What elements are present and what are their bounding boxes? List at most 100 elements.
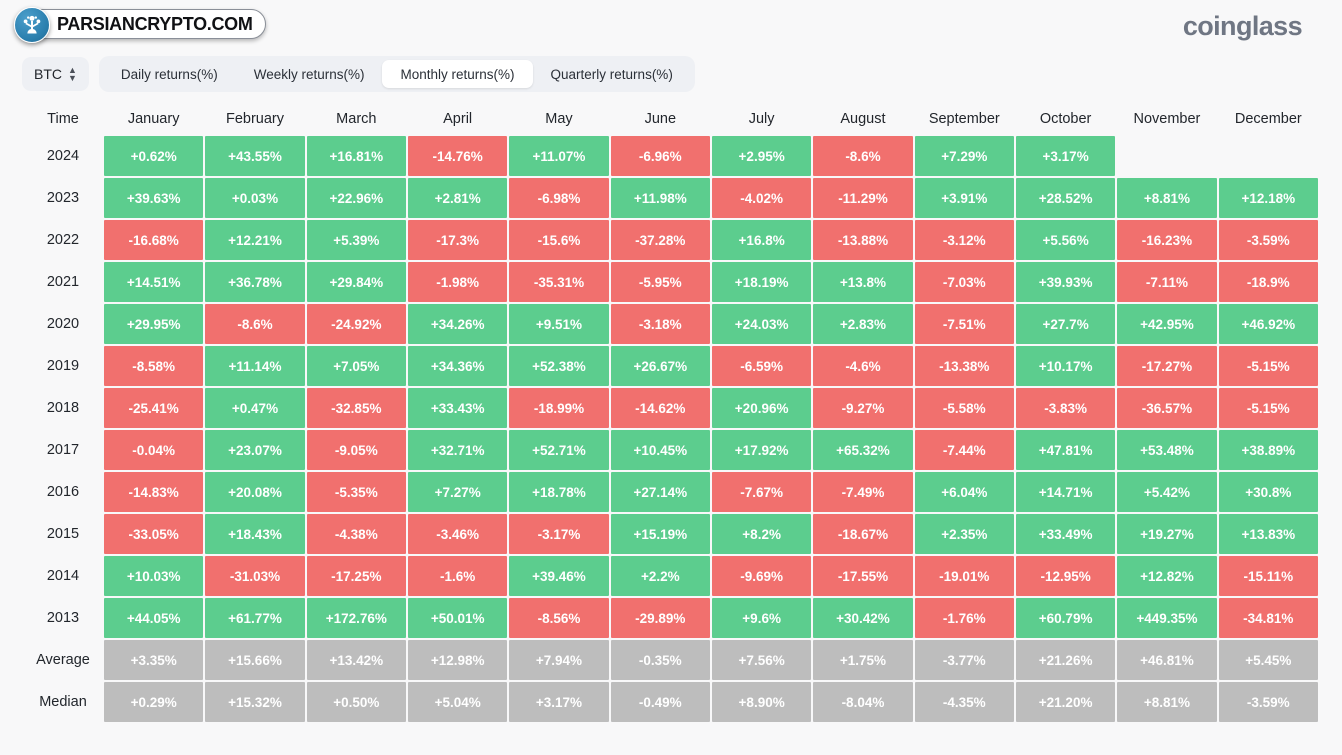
heatmap-cell-average-march[interactable]: +13.42% (306, 640, 406, 680)
heatmap-cell-2021-january[interactable]: +14.51% (104, 262, 204, 302)
heatmap-cell-2014-march[interactable]: -17.25% (306, 556, 406, 596)
heatmap-cell-2018-september[interactable]: -5.58% (914, 388, 1014, 428)
heatmap-cell-2014-july[interactable]: -9.69% (711, 556, 812, 596)
heatmap-cell-2014-february[interactable]: -31.03% (205, 556, 305, 596)
heatmap-cell-2021-april[interactable]: -1.98% (407, 262, 508, 302)
heatmap-cell-median-april[interactable]: +5.04% (407, 682, 508, 722)
heatmap-cell-2019-october[interactable]: +10.17% (1015, 346, 1116, 386)
heatmap-cell-2024-march[interactable]: +16.81% (306, 136, 406, 176)
heatmap-cell-2014-may[interactable]: +39.46% (509, 556, 609, 596)
heatmap-cell-average-may[interactable]: +7.94% (509, 640, 609, 680)
heatmap-cell-2017-november[interactable]: +53.48% (1117, 430, 1217, 470)
heatmap-cell-average-july[interactable]: +7.56% (711, 640, 812, 680)
heatmap-cell-2023-january[interactable]: +39.63% (104, 178, 204, 218)
heatmap-cell-2024-february[interactable]: +43.55% (205, 136, 305, 176)
heatmap-cell-2017-july[interactable]: +17.92% (711, 430, 812, 470)
heatmap-cell-2015-august[interactable]: -18.67% (813, 514, 913, 554)
heatmap-cell-2018-october[interactable]: -3.83% (1015, 388, 1116, 428)
heatmap-cell-2016-april[interactable]: +7.27% (407, 472, 508, 512)
heatmap-cell-2023-march[interactable]: +22.96% (306, 178, 406, 218)
heatmap-cell-average-january[interactable]: +3.35% (104, 640, 204, 680)
heatmap-cell-2023-november[interactable]: +8.81% (1117, 178, 1217, 218)
heatmap-cell-2017-june[interactable]: +10.45% (610, 430, 710, 470)
heatmap-cell-2022-october[interactable]: +5.56% (1015, 220, 1116, 260)
heatmap-cell-average-august[interactable]: +1.75% (813, 640, 913, 680)
heatmap-cell-median-january[interactable]: +0.29% (104, 682, 204, 722)
heatmap-cell-2019-august[interactable]: -4.6% (813, 346, 913, 386)
heatmap-cell-2022-may[interactable]: -15.6% (509, 220, 609, 260)
heatmap-cell-2022-march[interactable]: +5.39% (306, 220, 406, 260)
heatmap-cell-2024-june[interactable]: -6.96% (610, 136, 710, 176)
heatmap-cell-2018-april[interactable]: +33.43% (407, 388, 508, 428)
heatmap-cell-2014-august[interactable]: -17.55% (813, 556, 913, 596)
heatmap-cell-median-september[interactable]: -4.35% (914, 682, 1014, 722)
heatmap-cell-2022-february[interactable]: +12.21% (205, 220, 305, 260)
heatmap-cell-2017-january[interactable]: -0.04% (104, 430, 204, 470)
heatmap-cell-2016-june[interactable]: +27.14% (610, 472, 710, 512)
heatmap-cell-2021-august[interactable]: +13.8% (813, 262, 913, 302)
heatmap-cell-2020-september[interactable]: -7.51% (914, 304, 1014, 344)
heatmap-cell-2017-october[interactable]: +47.81% (1015, 430, 1116, 470)
heatmap-cell-2020-august[interactable]: +2.83% (813, 304, 913, 344)
heatmap-cell-2020-may[interactable]: +9.51% (509, 304, 609, 344)
heatmap-cell-median-march[interactable]: +0.50% (306, 682, 406, 722)
heatmap-cell-average-february[interactable]: +15.66% (205, 640, 305, 680)
tab-weekly-returns[interactable]: Weekly returns(%) (236, 60, 383, 88)
heatmap-cell-2021-june[interactable]: -5.95% (610, 262, 710, 302)
heatmap-cell-2016-december[interactable]: +30.8% (1218, 472, 1318, 512)
heatmap-cell-2014-october[interactable]: -12.95% (1015, 556, 1116, 596)
heatmap-cell-2022-june[interactable]: -37.28% (610, 220, 710, 260)
heatmap-cell-median-may[interactable]: +3.17% (509, 682, 609, 722)
heatmap-cell-2020-november[interactable]: +42.95% (1117, 304, 1217, 344)
tab-quarterly-returns[interactable]: Quarterly returns(%) (533, 60, 691, 88)
heatmap-cell-2022-december[interactable]: -3.59% (1218, 220, 1318, 260)
heatmap-cell-2015-september[interactable]: +2.35% (914, 514, 1014, 554)
heatmap-cell-2013-january[interactable]: +44.05% (104, 598, 204, 638)
heatmap-cell-2020-july[interactable]: +24.03% (711, 304, 812, 344)
tab-monthly-returns[interactable]: Monthly returns(%) (382, 60, 533, 88)
heatmap-cell-2020-october[interactable]: +27.7% (1015, 304, 1116, 344)
heatmap-cell-2024-july[interactable]: +2.95% (711, 136, 812, 176)
heatmap-cell-median-june[interactable]: -0.49% (610, 682, 710, 722)
heatmap-cell-2019-february[interactable]: +11.14% (205, 346, 305, 386)
heatmap-cell-median-july[interactable]: +8.90% (711, 682, 812, 722)
heatmap-cell-2013-february[interactable]: +61.77% (205, 598, 305, 638)
heatmap-cell-2024-may[interactable]: +11.07% (509, 136, 609, 176)
tab-daily-returns[interactable]: Daily returns(%) (103, 60, 236, 88)
heatmap-cell-2018-february[interactable]: +0.47% (205, 388, 305, 428)
heatmap-cell-2019-may[interactable]: +52.38% (509, 346, 609, 386)
heatmap-cell-2013-december[interactable]: -34.81% (1218, 598, 1318, 638)
heatmap-cell-2022-january[interactable]: -16.68% (104, 220, 204, 260)
heatmap-cell-median-november[interactable]: +8.81% (1117, 682, 1217, 722)
heatmap-cell-2024-april[interactable]: -14.76% (407, 136, 508, 176)
heatmap-cell-2019-december[interactable]: -5.15% (1218, 346, 1318, 386)
heatmap-cell-average-october[interactable]: +21.26% (1015, 640, 1116, 680)
heatmap-cell-2015-may[interactable]: -3.17% (509, 514, 609, 554)
heatmap-cell-2021-october[interactable]: +39.93% (1015, 262, 1116, 302)
heatmap-cell-2023-december[interactable]: +12.18% (1218, 178, 1318, 218)
heatmap-cell-2019-november[interactable]: -17.27% (1117, 346, 1217, 386)
heatmap-cell-2018-may[interactable]: -18.99% (509, 388, 609, 428)
heatmap-cell-2020-march[interactable]: -24.92% (306, 304, 406, 344)
heatmap-cell-2020-april[interactable]: +34.26% (407, 304, 508, 344)
heatmap-cell-2018-june[interactable]: -14.62% (610, 388, 710, 428)
heatmap-cell-2021-february[interactable]: +36.78% (205, 262, 305, 302)
heatmap-cell-2023-april[interactable]: +2.81% (407, 178, 508, 218)
heatmap-cell-2023-august[interactable]: -11.29% (813, 178, 913, 218)
heatmap-cell-2014-december[interactable]: -15.11% (1218, 556, 1318, 596)
heatmap-cell-2014-september[interactable]: -19.01% (914, 556, 1014, 596)
heatmap-cell-2019-july[interactable]: -6.59% (711, 346, 812, 386)
heatmap-cell-2013-may[interactable]: -8.56% (509, 598, 609, 638)
heatmap-cell-2015-april[interactable]: -3.46% (407, 514, 508, 554)
heatmap-cell-2016-january[interactable]: -14.83% (104, 472, 204, 512)
heatmap-cell-2022-november[interactable]: -16.23% (1117, 220, 1217, 260)
heatmap-cell-2018-november[interactable]: -36.57% (1117, 388, 1217, 428)
heatmap-cell-2016-february[interactable]: +20.08% (205, 472, 305, 512)
heatmap-cell-2022-july[interactable]: +16.8% (711, 220, 812, 260)
heatmap-cell-2020-february[interactable]: -8.6% (205, 304, 305, 344)
heatmap-cell-2016-march[interactable]: -5.35% (306, 472, 406, 512)
heatmap-cell-median-december[interactable]: -3.59% (1218, 682, 1318, 722)
heatmap-cell-2016-november[interactable]: +5.42% (1117, 472, 1217, 512)
heatmap-cell-median-february[interactable]: +15.32% (205, 682, 305, 722)
heatmap-cell-2017-december[interactable]: +38.89% (1218, 430, 1318, 470)
